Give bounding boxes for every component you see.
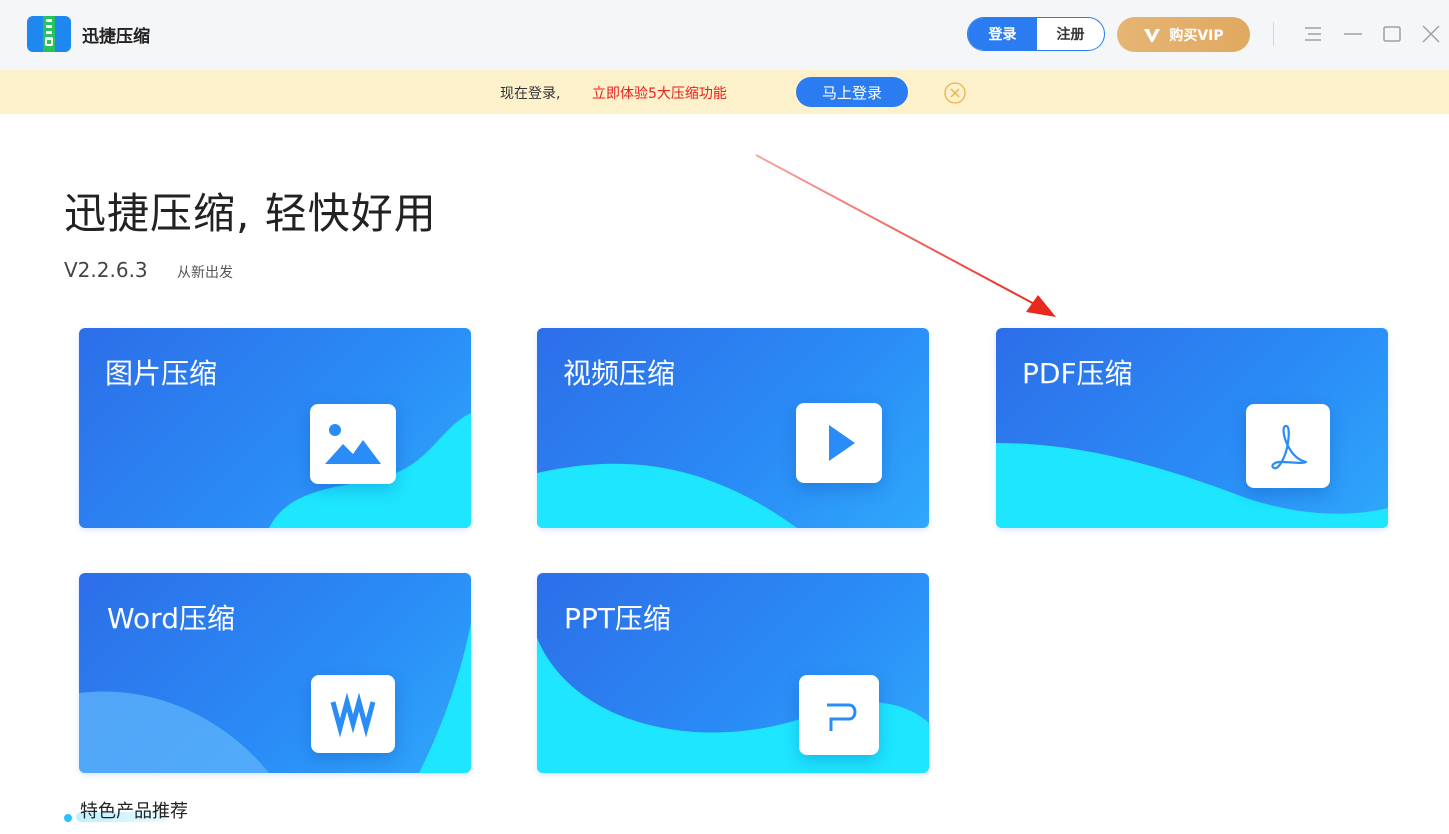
page-title: 迅捷压缩, 轻快好用	[64, 189, 437, 238]
app-logo-icon	[27, 16, 71, 52]
login-now-button[interactable]: 马上登录	[796, 77, 908, 107]
word-compress-card[interactable]: Word压缩	[79, 573, 471, 773]
pdf-compress-card[interactable]: PDF压缩	[996, 328, 1388, 528]
maximize-icon[interactable]	[1380, 22, 1404, 46]
buy-vip-button[interactable]: 购买VIP	[1117, 17, 1250, 52]
annotation-arrow-icon	[755, 154, 1056, 317]
card-icon-box	[796, 403, 882, 483]
menu-icon[interactable]	[1301, 22, 1325, 46]
register-button[interactable]: 注册	[1037, 18, 1104, 50]
ppt-compress-card[interactable]: PPT压缩	[537, 573, 929, 773]
card-title: 图片压缩	[105, 357, 218, 390]
card-icon-box	[799, 675, 879, 755]
banner-close-icon[interactable]	[943, 81, 967, 105]
card-title: PDF压缩	[1022, 357, 1133, 390]
buy-vip-label: 购买VIP	[1169, 27, 1224, 44]
video-compress-card[interactable]: 视频压缩	[537, 328, 929, 528]
card-icon-box	[311, 675, 395, 753]
featured-dot	[64, 814, 72, 822]
card-title: PPT压缩	[564, 602, 671, 635]
image-compress-card[interactable]: 图片压缩	[79, 328, 471, 528]
minimize-icon[interactable]	[1341, 22, 1365, 46]
vip-v-icon	[1144, 28, 1161, 42]
version-number: V2.2.6.3	[64, 258, 148, 282]
auth-button-group: 登录 注册	[967, 17, 1105, 51]
app-title: 迅捷压缩	[82, 27, 150, 47]
image-icon	[325, 424, 381, 464]
card-icon-box	[1246, 404, 1330, 488]
card-title: Word压缩	[107, 602, 235, 635]
card-icon-box	[310, 404, 396, 484]
banner-highlight-text: 立即体验5大压缩功能	[592, 86, 727, 102]
pdf-icon	[1271, 424, 1308, 470]
login-promo-banner: 现在登录, 立即体验5大压缩功能 马上登录	[0, 70, 1449, 114]
close-icon[interactable]	[1419, 22, 1443, 46]
card-title: 视频压缩	[563, 357, 676, 390]
login-button[interactable]: 登录	[968, 18, 1037, 50]
version-tagline: 从新出发	[177, 265, 233, 281]
ppt-icon	[827, 703, 857, 731]
title-bar: 迅捷压缩 登录 注册 购买VIP	[0, 0, 1449, 70]
play-icon	[829, 425, 855, 461]
titlebar-divider	[1273, 22, 1274, 46]
word-icon	[330, 692, 376, 738]
featured-section-title: 特色产品推荐	[80, 801, 188, 822]
banner-text: 现在登录,	[500, 86, 561, 102]
